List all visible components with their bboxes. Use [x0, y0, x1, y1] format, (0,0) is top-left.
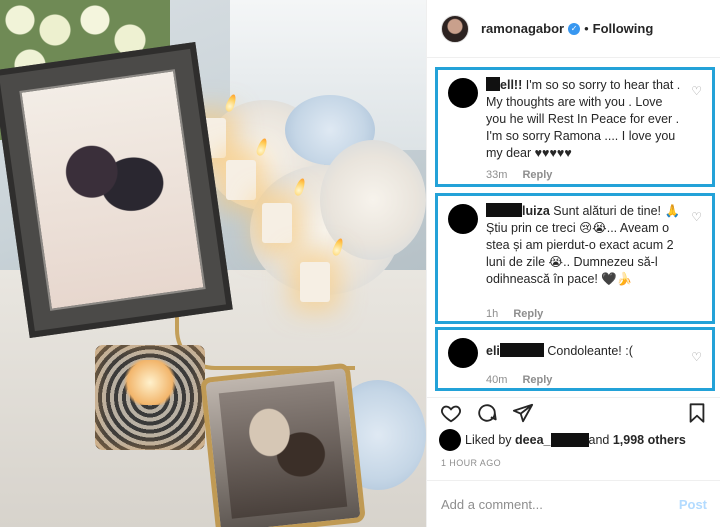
- comment-meta: 33m Reply: [486, 169, 552, 181]
- share-icon[interactable]: [510, 400, 536, 426]
- comment-reply-button[interactable]: Reply: [513, 308, 543, 320]
- comment-avatar[interactable]: [448, 338, 478, 368]
- photo-candle-jar: [95, 345, 205, 450]
- likes-summary: Liked by deea_ and 1,998 others: [439, 429, 686, 451]
- photo-jar-glow: [120, 360, 180, 405]
- add-comment-input[interactable]: [441, 496, 661, 512]
- post-comment-button[interactable]: Post: [679, 497, 707, 512]
- bookmark-icon[interactable]: [684, 400, 710, 426]
- redaction-block: [499, 343, 544, 357]
- photo-candle: [226, 160, 256, 200]
- comment-text: Condoleante! :(: [547, 344, 633, 358]
- redaction-block: [486, 77, 500, 91]
- post-timestamp: 1 HOUR AGO: [441, 458, 502, 468]
- comment-time: 33m: [486, 169, 508, 181]
- post-action-bar: [427, 397, 720, 427]
- author-avatar[interactable]: [441, 14, 469, 43]
- photo-frame-gold-picture: [218, 381, 348, 519]
- comment-username[interactable]: eli: [486, 344, 500, 358]
- author-username[interactable]: ramonagabor: [481, 21, 564, 36]
- comment-avatar[interactable]: [448, 78, 478, 108]
- liker-username[interactable]: deea_: [515, 433, 550, 447]
- comment-username[interactable]: luiza: [522, 204, 550, 218]
- redaction-block: [486, 203, 522, 217]
- liker-avatar[interactable]: [439, 429, 461, 451]
- photo-frame-large: [0, 42, 233, 338]
- comment-username-tail: l!!: [510, 78, 523, 92]
- comment-meta: 40m Reply: [486, 374, 552, 386]
- comment-body: ell!! I'm so so sorry to hear that . My …: [486, 77, 681, 162]
- comment-like-heart-icon[interactable]: ♡: [691, 84, 702, 98]
- comment-time: 1h: [486, 308, 499, 320]
- comment-avatar[interactable]: [448, 204, 478, 234]
- comment-username[interactable]: el: [500, 78, 510, 92]
- heart-icon[interactable]: [438, 400, 464, 426]
- following-button[interactable]: Following: [593, 21, 654, 36]
- comment-like-heart-icon[interactable]: ♡: [691, 350, 702, 364]
- photo-frame-gold: [200, 362, 366, 527]
- comment-item-highlighted: eli Condoleante! :( ♡ 40m Reply: [435, 327, 715, 391]
- photo-frame-people: [46, 114, 173, 249]
- likes-others-link[interactable]: 1,998 others: [613, 433, 686, 447]
- post-header: ramonagabor ✓ • Following: [427, 0, 720, 58]
- comment-meta: 1h Reply: [486, 308, 543, 320]
- photo-frame-picture: [19, 69, 206, 311]
- header-separator: •: [584, 21, 589, 36]
- redaction-block: [550, 433, 589, 447]
- comment-reply-button[interactable]: Reply: [522, 169, 552, 181]
- comment-time: 40m: [486, 374, 508, 386]
- comment-body: eli Condoleante! :(: [486, 343, 681, 360]
- add-comment-bar: Post: [427, 480, 720, 527]
- comment-item-highlighted: luiza Sunt alături de tine! 🙏Știu prin c…: [435, 193, 715, 324]
- post-photo[interactable]: [0, 0, 426, 527]
- verified-badge-icon: ✓: [568, 22, 581, 35]
- comment-body: luiza Sunt alături de tine! 🙏Știu prin c…: [486, 203, 681, 288]
- post-side-panel: ramonagabor ✓ • Following ell!! I'm so s…: [426, 0, 720, 527]
- comment-reply-button[interactable]: Reply: [522, 374, 552, 386]
- likes-and: and: [588, 433, 610, 447]
- photo-candle: [262, 203, 292, 243]
- comment-like-heart-icon[interactable]: ♡: [691, 210, 702, 224]
- likes-prefix: Liked by: [465, 433, 512, 447]
- comment-icon[interactable]: [474, 400, 500, 426]
- comment-item-highlighted: ell!! I'm so so sorry to hear that . My …: [435, 67, 715, 187]
- photo-candle: [300, 262, 330, 302]
